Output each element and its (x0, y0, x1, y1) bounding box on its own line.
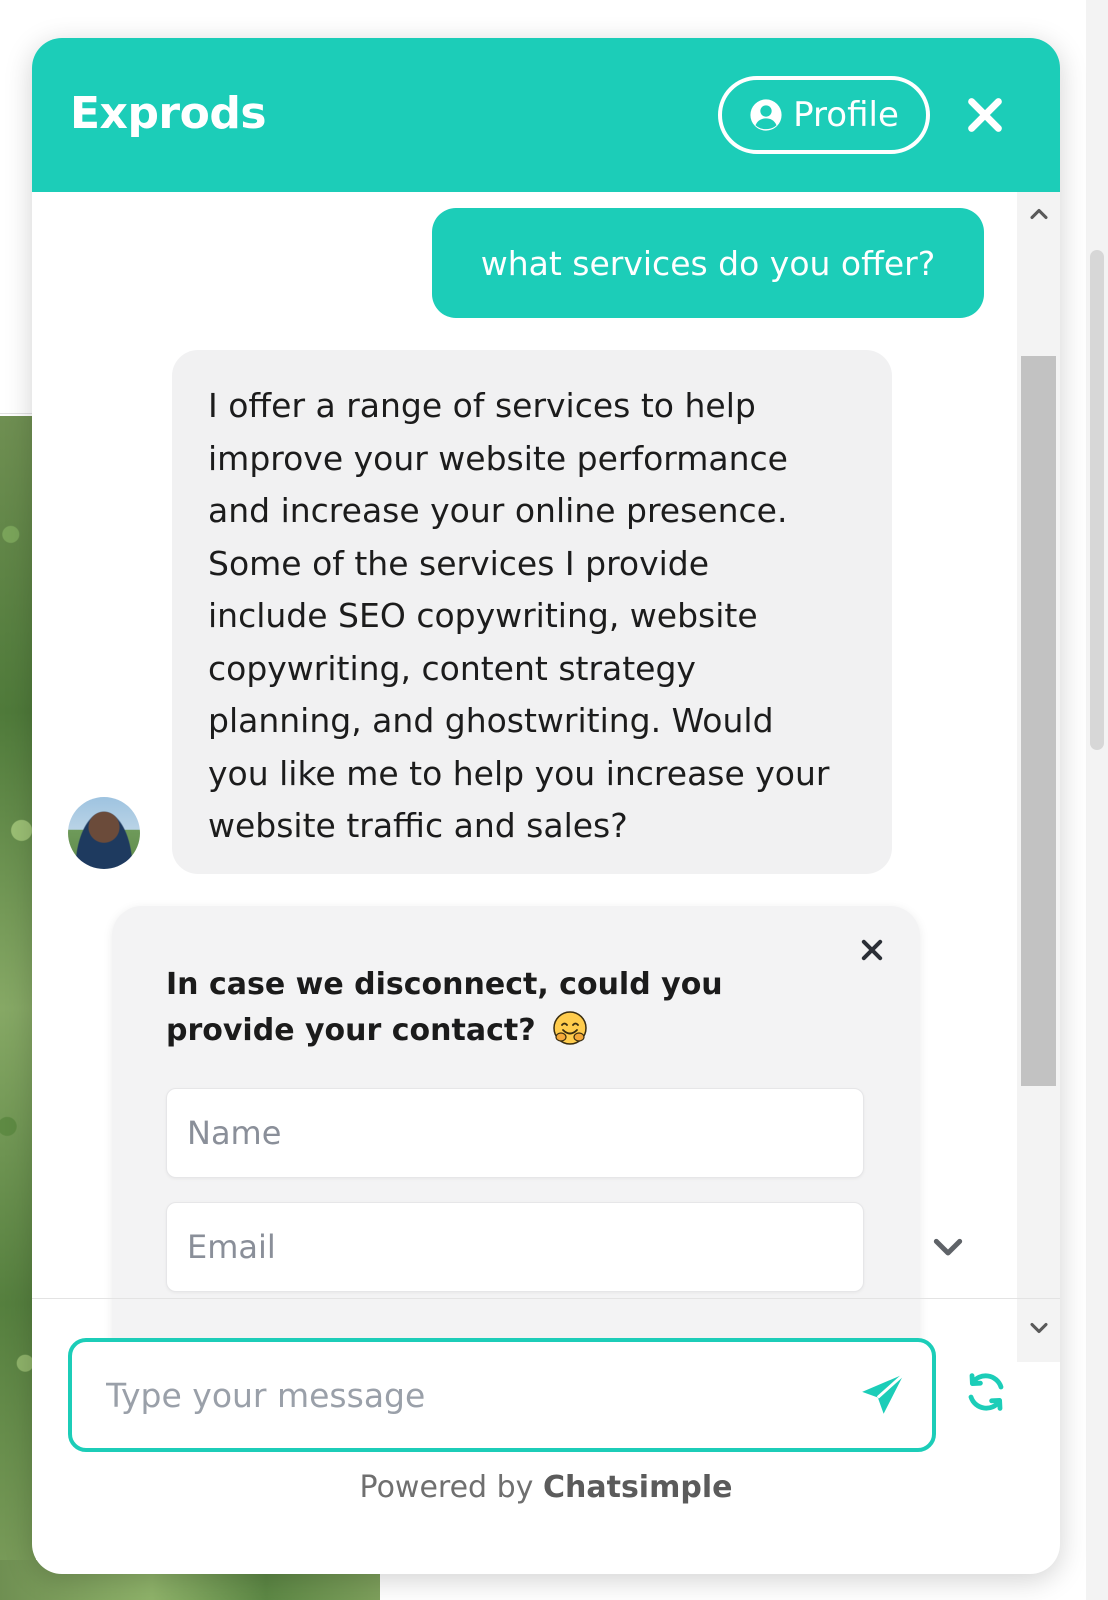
contact-form-title: In case we disconnect, could you provide… (166, 962, 856, 1054)
powered-prefix: Powered by (359, 1470, 534, 1505)
message-composer (68, 1338, 936, 1452)
user-message-text: what services do you offer? (480, 243, 936, 283)
message-scrollbar[interactable] (1017, 192, 1060, 1362)
powered-by: Powered by Chatsimple (32, 1470, 1060, 1505)
bot-avatar (68, 797, 140, 869)
close-icon[interactable] (962, 92, 1008, 138)
brand-title: Exprods (70, 88, 267, 139)
email-field[interactable] (166, 1202, 864, 1292)
chat-widget: Exprods Profile what services do you off… (32, 38, 1060, 1574)
message-list[interactable]: what services do you offer? I offer a ra… (32, 192, 1060, 1362)
paper-plane-icon[interactable] (858, 1370, 908, 1420)
page-scrollbar[interactable] (1086, 0, 1108, 1600)
user-circle-icon (750, 99, 782, 131)
profile-label: Profile (793, 95, 899, 135)
hugging-face-emoji-icon (553, 1011, 587, 1045)
chevron-up-icon[interactable] (1025, 200, 1053, 228)
message-input[interactable] (106, 1364, 826, 1426)
contact-form-card: In case we disconnect, could you provide… (112, 906, 920, 1362)
powered-brand-link[interactable]: Chatsimple (543, 1470, 732, 1505)
message-scrollbar-thumb[interactable] (1021, 356, 1056, 1086)
user-message-bubble: what services do you offer? (432, 208, 984, 318)
chevron-down-icon[interactable] (928, 1228, 968, 1268)
contact-form-title-text: In case we disconnect, could you provide… (166, 967, 723, 1048)
composer-divider (32, 1298, 1060, 1299)
name-field[interactable] (166, 1088, 864, 1178)
refresh-icon[interactable] (962, 1368, 1010, 1416)
chevron-down-icon[interactable] (1025, 1314, 1053, 1342)
profile-button[interactable]: Profile (718, 76, 930, 154)
background-image (0, 416, 36, 1600)
bot-message-bubble: I offer a range of services to help impr… (172, 350, 892, 874)
chat-header: Exprods Profile (32, 38, 1060, 192)
page-scrollbar-thumb[interactable] (1090, 250, 1104, 750)
close-icon[interactable] (858, 936, 886, 964)
